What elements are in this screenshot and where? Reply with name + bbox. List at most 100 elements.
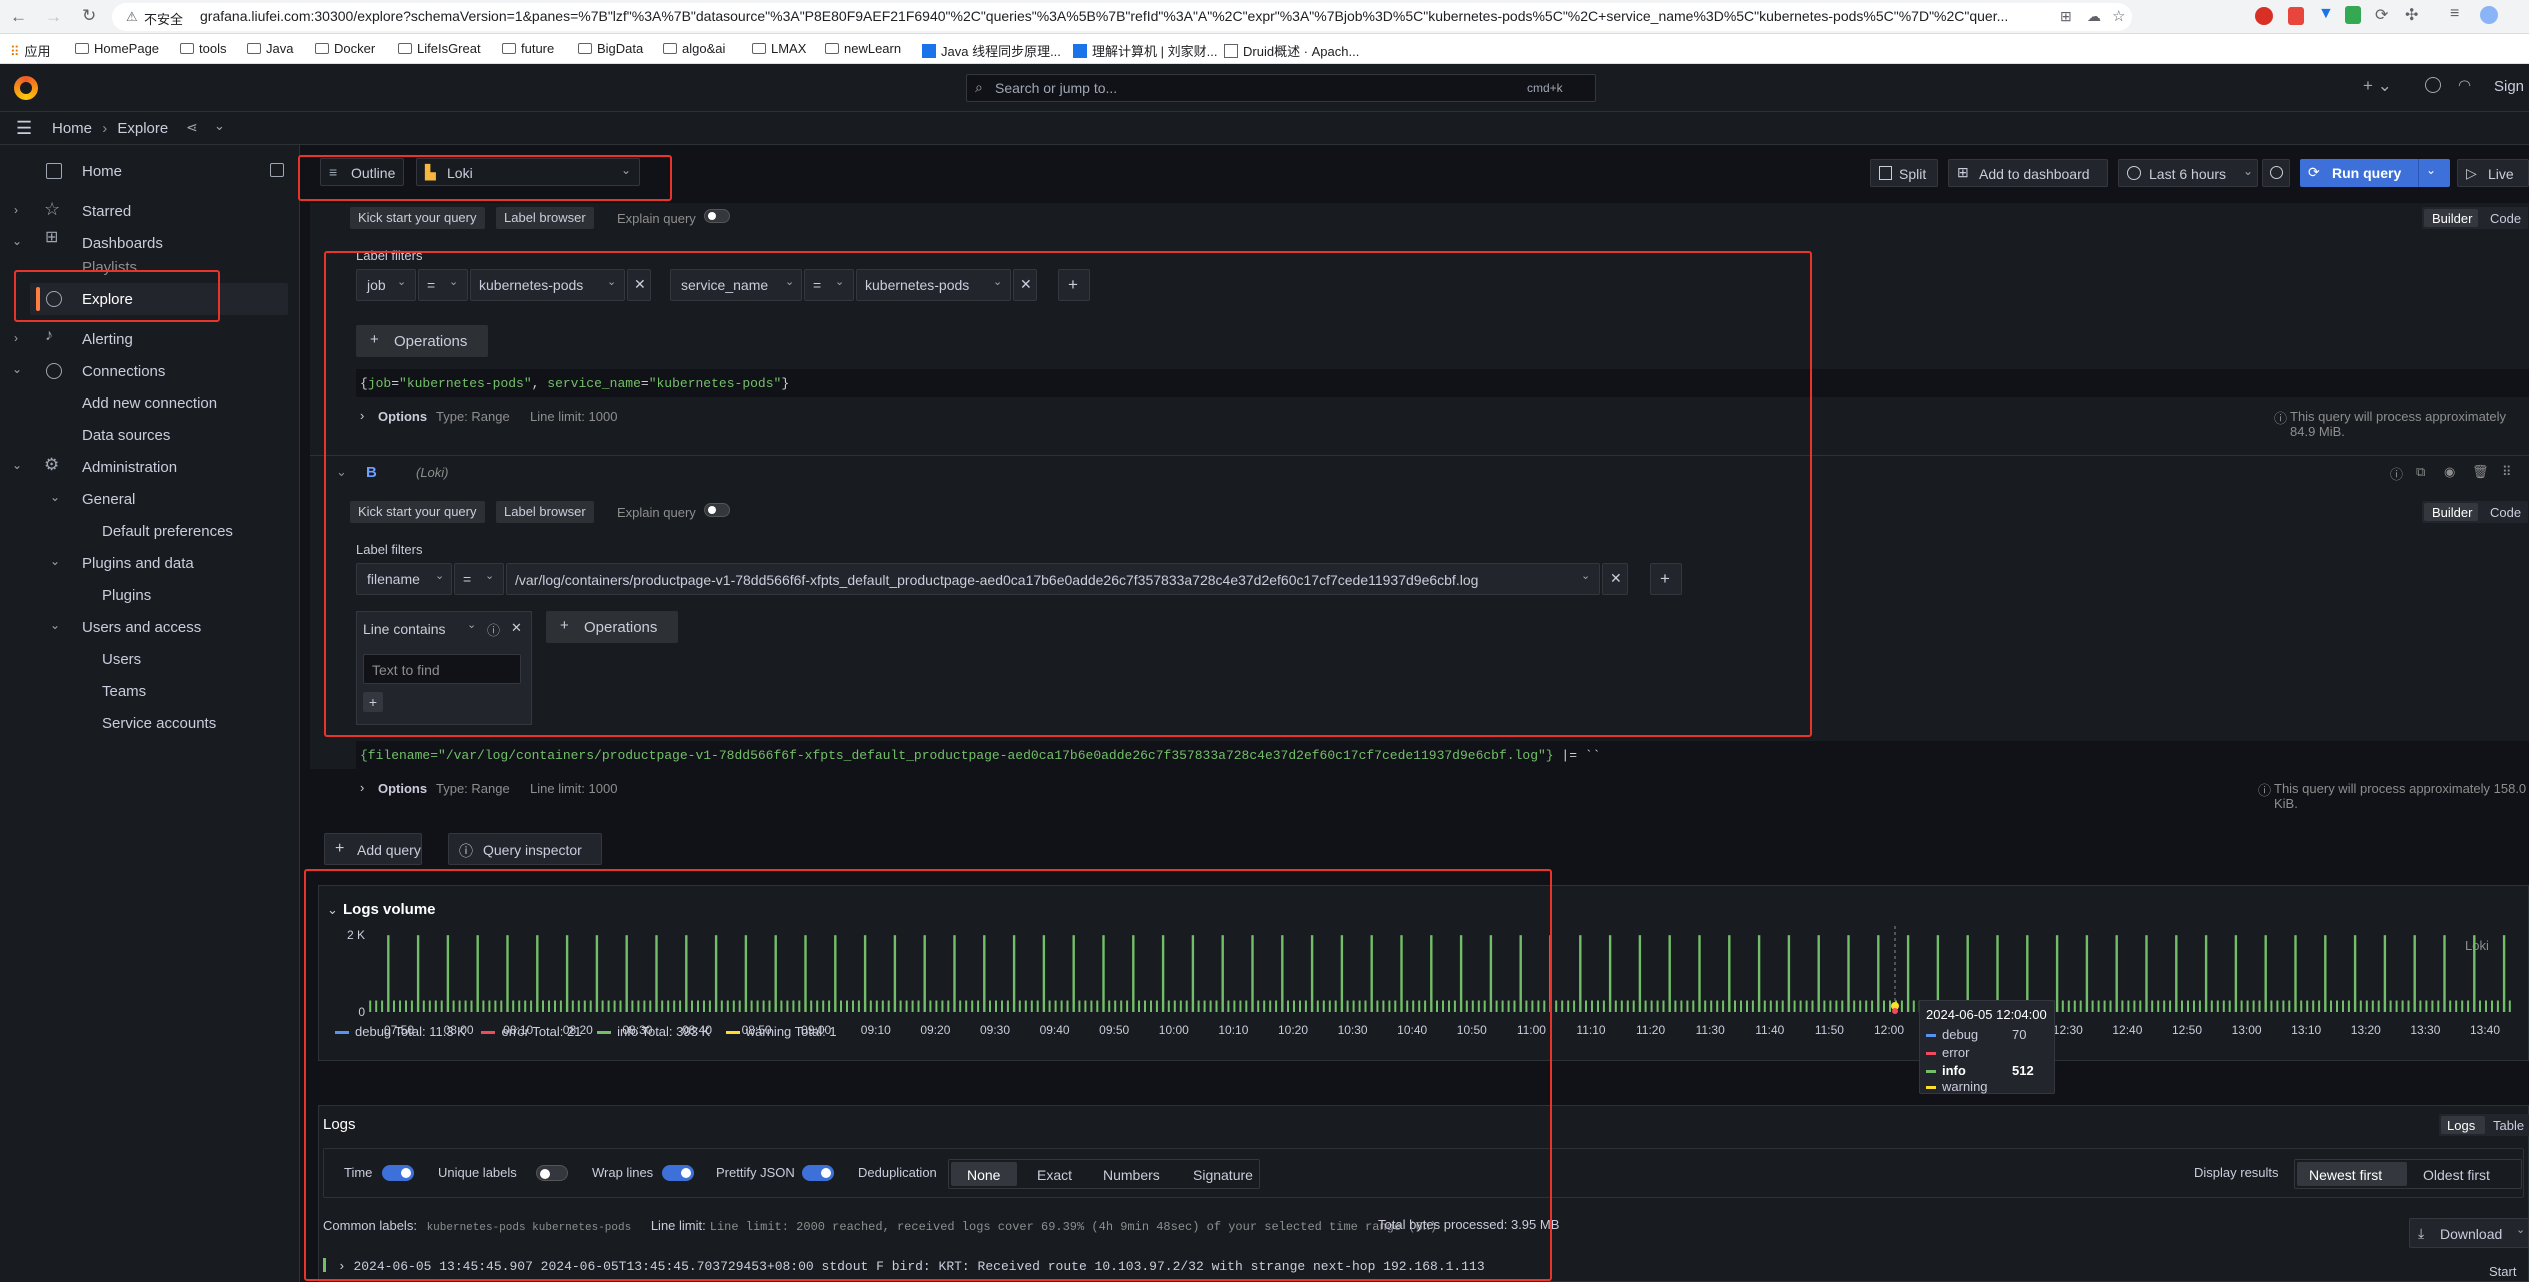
split-button[interactable]: Split (1870, 159, 1938, 187)
add-query-button[interactable]: + Add query (324, 833, 422, 865)
profile-avatar[interactable] (2480, 6, 2498, 24)
reload-icon[interactable]: ↻ (82, 6, 96, 26)
bookmark-star-icon[interactable]: ☆ (2112, 7, 2125, 25)
help-icon[interactable] (2425, 77, 2441, 93)
apps-bookmark[interactable]: ⠿ 应用 (10, 41, 51, 60)
operations-button[interactable]: + Operations (546, 611, 678, 643)
sidebar-item-dashboards[interactable]: Dashboards (82, 235, 163, 252)
chevron-right-icon[interactable]: › (14, 331, 18, 345)
bookmark-item[interactable]: LifeIsGreat (398, 41, 481, 56)
sidebar-item-service-accounts[interactable]: Service accounts (102, 715, 216, 732)
bookmark-item[interactable]: 理解计算机 | 刘家财... (1073, 41, 1217, 60)
run-query-button[interactable]: ⟳ Run query ⌄ (2300, 159, 2450, 187)
add-to-dashboard-button[interactable]: ⊞ Add to dashboard (1948, 159, 2108, 187)
dedup-exact[interactable]: Exact (1037, 1167, 1072, 1183)
sidebar-item-teams[interactable]: Teams (102, 683, 146, 700)
cloud-icon[interactable]: ☁ (2087, 8, 2101, 25)
dedup-signature[interactable]: Signature (1193, 1167, 1253, 1183)
start-button[interactable]: Start (2489, 1264, 2516, 1279)
add-filter-button[interactable]: + (1058, 269, 1090, 301)
builder-tab[interactable]: Builder (2432, 505, 2472, 520)
sidebar-item-explore[interactable]: Explore (30, 283, 288, 315)
label-select-service-name[interactable]: service_name ⌄ (670, 269, 802, 301)
sidebar-item-playlists[interactable]: Playlists (82, 259, 137, 276)
label-select-filename[interactable]: filename ⌄ (356, 563, 452, 595)
options-row[interactable]: › Options Type: Range Line limit: 1000 ⓘ… (356, 401, 2529, 439)
time-picker[interactable]: Last 6 hours ⌄ (2118, 159, 2258, 187)
add-filter-button[interactable]: + (1650, 563, 1682, 595)
remove-filter-button[interactable]: ✕ (627, 269, 651, 301)
sidebar-item-administration[interactable]: Administration (82, 459, 177, 476)
table-view-tab[interactable]: Table (2493, 1118, 2524, 1133)
legend-info[interactable]: info Total: 393 K (597, 1024, 710, 1039)
value-select[interactable]: kubernetes-pods ⌄ (856, 269, 1011, 301)
chevron-down-icon[interactable]: ⌄ (12, 234, 22, 248)
legend-error[interactable]: error Total: 21 (481, 1024, 581, 1039)
add-param-button[interactable]: + (363, 692, 383, 712)
duplicate-icon[interactable]: ⧉ (2416, 464, 2425, 480)
value-select[interactable]: /var/log/containers/productpage-v1-78dd5… (506, 563, 1600, 595)
time-toggle[interactable] (382, 1165, 414, 1181)
bookmark-item[interactable]: Java (247, 41, 293, 56)
trash-icon[interactable]: 🗑 (2472, 464, 2489, 480)
bookmark-item[interactable]: future (502, 41, 554, 56)
sidebar-item-plugins-and-data[interactable]: Plugins and data (82, 555, 194, 572)
info-icon[interactable]: ⓘ (487, 620, 500, 639)
remove-filter-button[interactable]: ✕ (1013, 269, 1037, 301)
menu-lines-icon[interactable]: ≡ (2450, 5, 2459, 23)
logs-view-tab[interactable]: Logs (2447, 1118, 2475, 1133)
drag-handle-icon[interactable]: ⠿ (2502, 464, 2512, 480)
operations-button[interactable]: + Operations (356, 325, 488, 357)
new-plus-icon[interactable]: + ⌄ (2363, 76, 2392, 96)
dedup-numbers[interactable]: Numbers (1103, 1167, 1160, 1183)
back-icon[interactable]: ← (10, 7, 27, 27)
unique-labels-toggle[interactable] (536, 1165, 568, 1181)
code-tab[interactable]: Code (2490, 505, 2521, 520)
query-ref-b[interactable]: B (366, 464, 377, 481)
kick-start-button[interactable]: Kick start your query (350, 207, 485, 229)
sidebar-item-starred[interactable]: Starred (82, 203, 131, 220)
bookmark-item[interactable]: newLearn (825, 41, 901, 56)
share-chevron-icon[interactable]: ⌄ (214, 118, 225, 134)
options-row[interactable]: › Options Type: Range Line limit: 1000 ⓘ… (356, 773, 2529, 811)
bookmark-item[interactable]: LMAX (752, 41, 806, 56)
collapse-chevron-icon[interactable]: ⌄ (336, 464, 347, 480)
extensions-icon[interactable]: ✣ (2405, 5, 2418, 25)
bookmark-item[interactable]: Docker (315, 41, 375, 56)
bookmark-item[interactable]: Druid概述 · Apach... (1224, 41, 1359, 60)
close-icon[interactable]: ✕ (511, 620, 522, 636)
zoom-out-button[interactable] (2262, 159, 2290, 187)
sidebar-item-users[interactable]: Users (102, 651, 141, 668)
translate-icon[interactable]: ⊞ (2060, 8, 2072, 25)
extension-v-icon[interactable]: ▼ (2318, 5, 2334, 23)
text-to-find-input[interactable]: Text to find (363, 654, 521, 684)
chevron-down-icon[interactable]: ⌄ (12, 362, 22, 376)
extension-refresh-icon[interactable]: ⟳ (2375, 5, 2388, 25)
address-bar[interactable]: ⚠ 不安全 grafana.liufei.com:30300/explore?s… (112, 3, 2132, 31)
sidebar-item-alerting[interactable]: Alerting (82, 331, 133, 348)
eye-icon[interactable]: ◉ (2444, 464, 2455, 480)
explain-query-toggle[interactable] (704, 503, 730, 517)
chevron-down-icon[interactable]: ⌄ (50, 554, 60, 568)
legend-warning[interactable]: warning Total: 1 (725, 1024, 837, 1039)
grafana-logo-icon[interactable] (14, 76, 38, 100)
outline-button[interactable]: ≡ Outline (320, 158, 404, 186)
sidebar-item-default-preferences[interactable]: Default preferences (102, 523, 233, 540)
sidebar-item-home[interactable]: Home (82, 163, 122, 180)
sidebar-item-plugins[interactable]: Plugins (102, 587, 151, 604)
help-icon[interactable]: ⓘ (2390, 464, 2403, 483)
line-contains-select[interactable]: Line contains (363, 621, 446, 637)
bookmark-item[interactable]: Java 线程同步原理... (922, 41, 1061, 60)
label-select-job[interactable]: job ⌄ (356, 269, 416, 301)
value-select[interactable]: kubernetes-pods ⌄ (470, 269, 625, 301)
forward-icon[interactable]: → (45, 7, 62, 27)
operator-select[interactable]: = ⌄ (418, 269, 468, 301)
label-browser-button[interactable]: Label browser (496, 207, 594, 229)
chevron-right-icon[interactable]: › (14, 203, 18, 217)
log-line[interactable]: › 2024-06-05 13:45:45.907 2024-06-05T13:… (323, 1258, 1485, 1274)
bookmark-item[interactable]: HomePage (75, 41, 159, 56)
dock-menu-icon[interactable] (270, 163, 284, 177)
news-rss-icon[interactable]: ◠ (2458, 76, 2471, 94)
sidebar-item-connections[interactable]: Connections (82, 363, 165, 380)
kick-start-button[interactable]: Kick start your query (350, 501, 485, 523)
